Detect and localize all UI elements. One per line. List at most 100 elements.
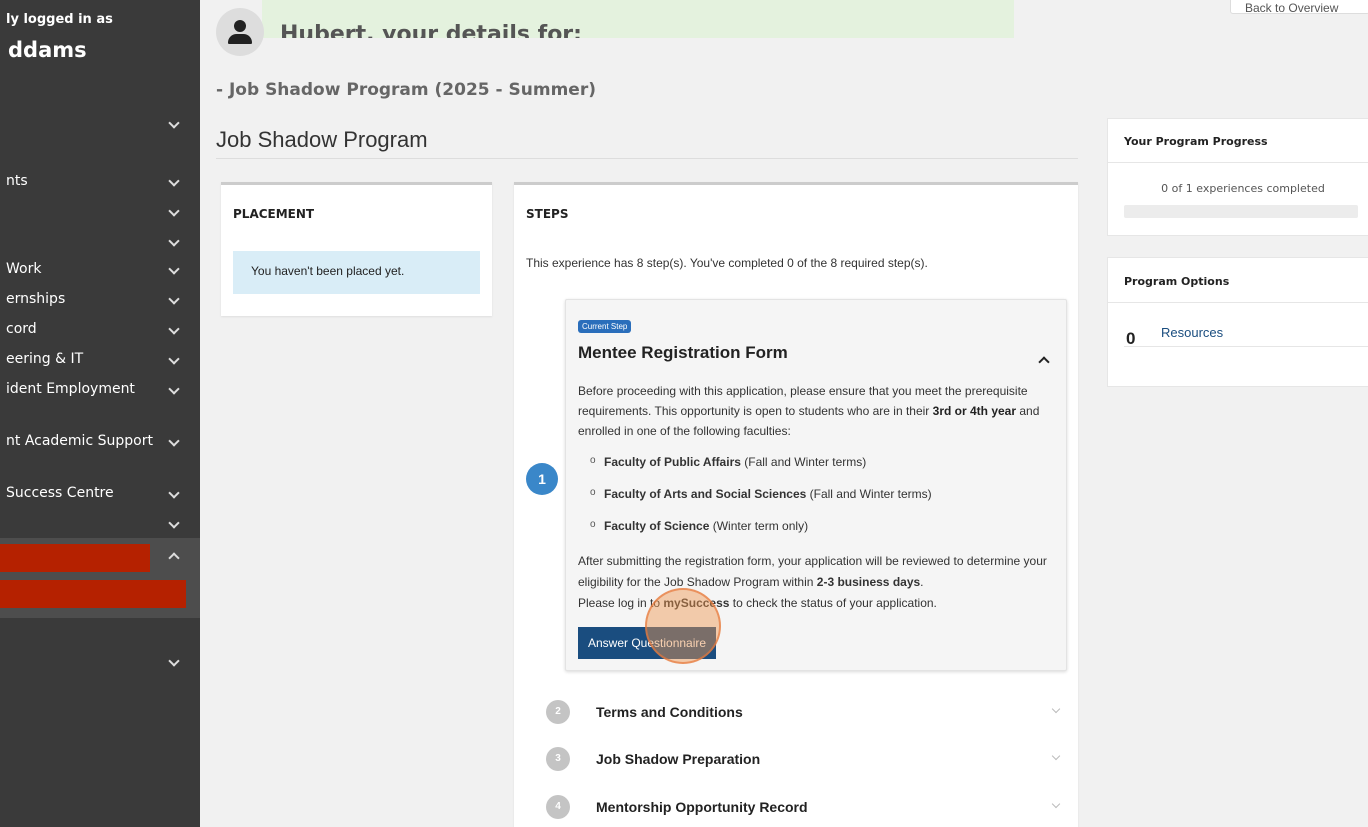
step-after-text: After submitting the registration form, … (578, 551, 1048, 614)
sidebar-item-4[interactable]: Work (0, 258, 200, 282)
resources-link[interactable]: Resources (1161, 325, 1223, 340)
step-description: Before proceeding with this application,… (578, 381, 1048, 441)
progress-heading: Your Program Progress (1124, 135, 1268, 148)
sidebar-item-label: ernships (6, 291, 66, 307)
chevron-down-icon (168, 117, 180, 129)
divider (1108, 302, 1368, 303)
current-step-badge: Current Step (578, 320, 632, 333)
sidebar-item-13[interactable] (0, 650, 200, 674)
faculty-name: Faculty of Science (604, 519, 710, 533)
chevron-down-icon (1051, 751, 1061, 761)
sidebar-item-label: eering & IT (6, 351, 84, 367)
step-row[interactable]: 2 Terms and Conditions (546, 697, 1068, 727)
sidebar-item-8[interactable]: ident Employment (0, 378, 200, 402)
chevron-up-icon[interactable] (1038, 356, 1050, 368)
steps-card: STEPS This experience has 8 step(s). You… (514, 182, 1078, 827)
after-text: After submitting the registration form, … (578, 554, 1047, 589)
chevron-up-icon (168, 552, 180, 564)
progress-bar (1124, 205, 1358, 218)
logged-in-label: ly logged in as (6, 12, 113, 27)
page-title: Job Shadow Program (216, 127, 428, 152)
faculty-terms: (Winter term only) (712, 519, 809, 533)
sidebar-item-label: cord (6, 321, 37, 337)
divider (1108, 162, 1368, 163)
step-title: Mentee Registration Form (578, 343, 788, 362)
chevron-down-icon (168, 263, 180, 275)
main-content: Hubert, your details for: Back to Overvi… (200, 0, 1368, 827)
sidebar-item-12[interactable] (0, 544, 200, 568)
chevron-down-icon (168, 205, 180, 217)
program-subtitle: - Job Shadow Program (2025 - Summer) (216, 80, 596, 100)
list-item: Faculty of Science (Winter term only) (590, 519, 808, 533)
sidebar-item-10[interactable]: Success Centre (0, 482, 200, 506)
chevron-down-icon (1051, 799, 1061, 809)
user-icon-body (228, 34, 252, 44)
sidebar-item-2[interactable] (0, 200, 200, 224)
faculty-name: Faculty of Public Affairs (604, 455, 741, 469)
details-banner: Hubert, your details for: (262, 0, 1014, 38)
step-title: Job Shadow Preparation (596, 751, 761, 767)
after-bold: 2-3 business days (816, 575, 921, 589)
sidebar-item-7[interactable]: eering & IT (0, 348, 200, 372)
step-title: Terms and Conditions (596, 704, 743, 720)
placement-notice: You haven't been placed yet. (233, 251, 480, 294)
program-options-panel: Program Options 0 Resources (1107, 257, 1368, 387)
redacted-bar[interactable] (0, 580, 186, 608)
chevron-down-icon (168, 655, 180, 667)
step-row[interactable]: 4 Mentorship Opportunity Record (546, 792, 1068, 822)
chevron-down-icon (168, 517, 180, 529)
sidebar: ly logged in as ddams nts Work ernships … (0, 0, 200, 827)
chevron-down-icon (168, 435, 180, 447)
chevron-down-icon (168, 323, 180, 335)
user-name: ddams (8, 38, 87, 62)
list-item: Faculty of Arts and Social Sciences (Fal… (590, 487, 932, 501)
step-title: Mentorship Opportunity Record (596, 799, 808, 815)
after-text: . (920, 575, 924, 589)
sidebar-item-3[interactable] (0, 230, 200, 254)
sidebar-item-6[interactable]: cord (0, 318, 200, 342)
avatar (216, 8, 264, 56)
placement-heading: PLACEMENT (233, 207, 315, 221)
back-to-overview-button[interactable]: Back to Overview (1230, 0, 1368, 14)
current-step-panel: Current Step Mentee Registration Form Be… (565, 299, 1067, 671)
step-number-badge: 4 (546, 795, 570, 819)
faculty-terms: (Fall and Winter terms) (744, 455, 867, 469)
sidebar-item-label: Work (6, 261, 42, 277)
login-text: to check the status of your application. (729, 596, 937, 610)
sidebar-item-label: nt Academic Support (6, 433, 153, 449)
description-bold: 3rd or 4th year (932, 404, 1017, 418)
step-row[interactable]: 3 Job Shadow Preparation (546, 744, 1068, 774)
chevron-down-icon (168, 353, 180, 365)
chevron-down-icon (1051, 704, 1061, 714)
step-number-badge: 3 (546, 747, 570, 771)
options-heading: Program Options (1124, 275, 1230, 288)
chevron-down-icon (168, 383, 180, 395)
sidebar-item-0[interactable] (0, 112, 200, 136)
sidebar-item-9[interactable]: nt Academic Support (0, 430, 200, 454)
divider (216, 158, 1078, 159)
step-number-badge: 2 (546, 700, 570, 724)
banner-text: Hubert, your details for: (280, 22, 582, 38)
answer-questionnaire-button[interactable]: Answer Questionnaire (578, 627, 717, 659)
user-icon (234, 20, 246, 32)
chevron-down-icon (168, 293, 180, 305)
progress-text: 0 of 1 experiences completed (1161, 182, 1325, 195)
list-item: Faculty of Public Affairs (Fall and Wint… (590, 455, 866, 469)
steps-summary: This experience has 8 step(s). You've co… (526, 256, 928, 270)
sidebar-item-label: ident Employment (6, 381, 135, 397)
divider (1124, 346, 1368, 347)
sidebar-item-1[interactable]: nts (0, 170, 200, 194)
sidebar-item-5[interactable]: ernships (0, 288, 200, 312)
steps-heading: STEPS (526, 207, 569, 221)
chevron-down-icon (168, 235, 180, 247)
faculty-terms: (Fall and Winter terms) (809, 487, 932, 501)
back-to-overview-label: Back to Overview (1245, 1, 1339, 14)
step-number-badge: 1 (526, 463, 558, 495)
chevron-down-icon (168, 487, 180, 499)
login-bold: mySuccess (663, 596, 730, 610)
login-text: Please log in to (578, 596, 664, 610)
sidebar-item-label: nts (6, 173, 28, 189)
placement-card: PLACEMENT You haven't been placed yet. (221, 182, 492, 316)
program-progress-panel: Your Program Progress 0 of 1 experiences… (1107, 118, 1368, 236)
sidebar-item-11[interactable] (0, 512, 200, 536)
